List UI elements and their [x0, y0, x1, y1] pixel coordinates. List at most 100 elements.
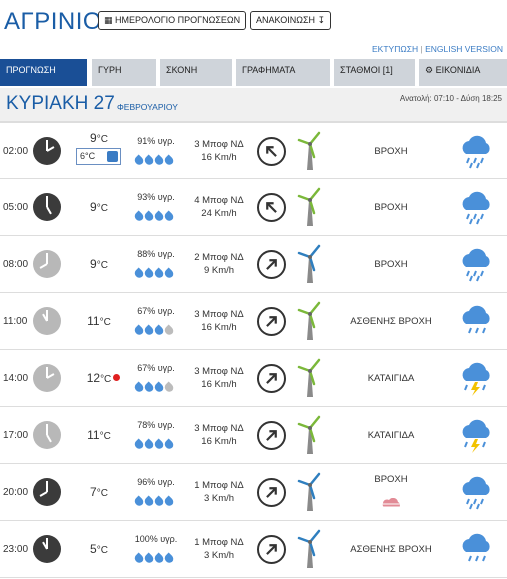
tab-pollen[interactable]: ΓΥΡΗ [92, 59, 156, 86]
drop-icon [132, 324, 146, 337]
wind-turbine-icon [297, 357, 323, 397]
tab-forecast[interactable]: ΠΡΟΓΝΩΣΗ [0, 59, 87, 86]
humidity-drops [132, 379, 179, 394]
row-time: 20:00 [3, 487, 29, 498]
wind-direction-icon [257, 421, 286, 450]
temperature-unit: °C [96, 134, 108, 145]
humidity-drops [132, 152, 179, 167]
temperature-value: 9 [90, 200, 97, 214]
forecast-row: 14:00 12°C 67% υγρ. 3 Μποφ ΝΔ 16 Km/h ΚΑΤΑΙΓΙ… [0, 350, 507, 407]
thunderstorm-cloud-icon [458, 416, 494, 454]
wind-speed: 9 Km/h [203, 265, 235, 276]
wind-turbine-icon [297, 243, 323, 283]
forecast-row: 08:00 9°C 88% υγρ. 2 Μποφ ΝΔ 9 Km/h ΒΡΟΧΗ [0, 236, 507, 293]
humidity-value: 91% υγρ. [137, 136, 175, 146]
temperature-unit: °C [100, 374, 112, 385]
humidity-value: 78% υγρ. [137, 420, 175, 430]
temperature: 11°C [78, 314, 120, 328]
drop-icon [162, 324, 176, 337]
announcement-button[interactable]: ΑΝΑΚΟΙΝΩΣΗ ↧ [250, 11, 332, 30]
temperature: 5°C [78, 542, 120, 556]
clock-minute-hand [46, 481, 48, 492]
row-time: 17:00 [3, 430, 29, 441]
wind-beaufort: 3 Μποφ ΝΔ [194, 309, 244, 320]
wind-direction-icon [257, 478, 286, 507]
mist-icon [380, 497, 402, 515]
forecast-calendar-button[interactable]: ▦ ΗΜΕΡΟΛΟΓΙΟ ΠΡΟΓΝΩΣΕΩΝ [98, 11, 247, 30]
feels-like-value: 6°C [80, 151, 96, 161]
weather-condition: ΑΣΘΕΝΗΣ ΒΡΟΧΗ [350, 316, 432, 327]
wind-speed: 16 Km/h [201, 436, 237, 447]
drop-icon [132, 210, 146, 223]
clock-minute-hand [46, 140, 48, 151]
clock-minute-hand [46, 424, 48, 435]
wind-speed: 16 Km/h [201, 322, 237, 333]
thunderstorm-cloud-icon [458, 359, 494, 397]
temperature-unit: °C [99, 317, 111, 328]
forecast-row: 20:00 7°C 96% υγρ. 1 Μποφ ΝΔ 3 Km/h ΒΡΟΧΗ [0, 464, 507, 521]
forecast-row: 11:00 11°C 67% υγρ. 3 Μποφ ΝΔ 16 Km/h ΑΣΘΕΝΗΣ… [0, 293, 507, 350]
humidity-value: 93% υγρ. [137, 192, 175, 202]
wind-turbine-icon [297, 186, 323, 226]
wind-info: 4 Μποφ ΝΔ 24 Km/h [186, 194, 252, 220]
drop-icon [132, 267, 146, 280]
drop-icon [142, 552, 156, 565]
clock-minute-hand [46, 310, 48, 321]
humidity-value: 67% υγρ. [137, 306, 175, 316]
drop-icon [162, 552, 176, 565]
tab-icons[interactable]: ⚙ ΕΙΚΟΝΙΔΙΑ [419, 59, 507, 86]
wind-info: 3 Μποφ ΝΔ 16 Km/h [186, 138, 252, 164]
temperature-value: 5 [90, 542, 97, 556]
rain-cloud-icon [458, 245, 494, 283]
sunrise-sunset: Ανατολή: 07:10 - Δύση 18:25 [399, 94, 502, 103]
forecast-row: 05:00 9°C 93% υγρ. 4 Μποφ ΝΔ 24 Km/h ΒΡΟΧΗ [0, 179, 507, 236]
wind-info: 1 Μποφ ΝΔ 3 Km/h [186, 479, 252, 505]
weather-condition: ΒΡΟΧΗ [374, 259, 408, 270]
row-time: 11:00 [3, 316, 28, 327]
arrow-down-icon: ↧ [317, 15, 326, 25]
temperature: 7°C [78, 485, 120, 499]
english-version-link[interactable]: ENGLISH VERSION [425, 44, 503, 54]
weather-condition: ΑΣΘΕΝΗΣ ΒΡΟΧΗ [350, 544, 432, 555]
drop-icon [152, 154, 166, 167]
drop-icon [132, 495, 146, 508]
wind-direction-icon [257, 535, 286, 564]
temperature-value: 12 [86, 371, 101, 385]
tab-stations[interactable]: ΣΤΑΘΜΟΙ [1] [334, 59, 415, 86]
clock-icon [33, 535, 61, 563]
wind-turbine-icon [297, 414, 323, 454]
temperature-unit: °C [99, 431, 111, 442]
wind-direction-icon [257, 137, 286, 166]
clock-icon [33, 478, 61, 506]
temperature-value: 9 [90, 257, 97, 271]
drop-icon [142, 267, 156, 280]
tab-label: ΣΚΟΝΗ [166, 65, 198, 75]
tab-label: ΕΙΚΟΝΙΔΙΑ [435, 65, 481, 75]
drop-icon [132, 552, 146, 565]
humidity-drops [132, 550, 179, 565]
weather-condition: ΒΡΟΧΗ [374, 146, 408, 157]
temperature-value: 11 [87, 428, 100, 442]
person-icon [107, 151, 118, 162]
weather-condition: ΚΑΤΑΙΓΙΔΑ [367, 430, 415, 441]
drop-icon [152, 552, 166, 565]
drop-icon [162, 438, 176, 451]
light-rain-cloud-icon [458, 530, 494, 568]
weather-condition: ΒΡΟΧΗ [374, 474, 408, 485]
wind-speed: 16 Km/h [201, 152, 237, 163]
drop-icon [152, 210, 166, 223]
temperature: 11°C [78, 428, 120, 442]
tab-charts[interactable]: ΓΡΑΦΗΜΑΤΑ [236, 59, 330, 86]
drop-icon [152, 267, 166, 280]
drop-icon [142, 381, 156, 394]
row-time: 14:00 [3, 373, 29, 384]
forecast-table: 02:00 9°C 6°C 91% υγρ. 3 Μποφ ΝΔ 16 Km/h ΒΡΟΧΗ… [0, 122, 507, 578]
drop-icon [162, 381, 176, 394]
humidity-value: 96% υγρ. [137, 477, 175, 487]
print-link[interactable]: ΕΚΤΥΠΩΣΗ [372, 44, 418, 54]
tab-dust[interactable]: ΣΚΟΝΗ [160, 59, 232, 86]
wind-beaufort: 1 Μποφ ΝΔ [194, 480, 244, 491]
clock-minute-hand [46, 367, 48, 378]
wind-speed: 16 Km/h [201, 379, 237, 390]
tab-label: ΠΡΟΓΝΩΣΗ [6, 65, 56, 75]
